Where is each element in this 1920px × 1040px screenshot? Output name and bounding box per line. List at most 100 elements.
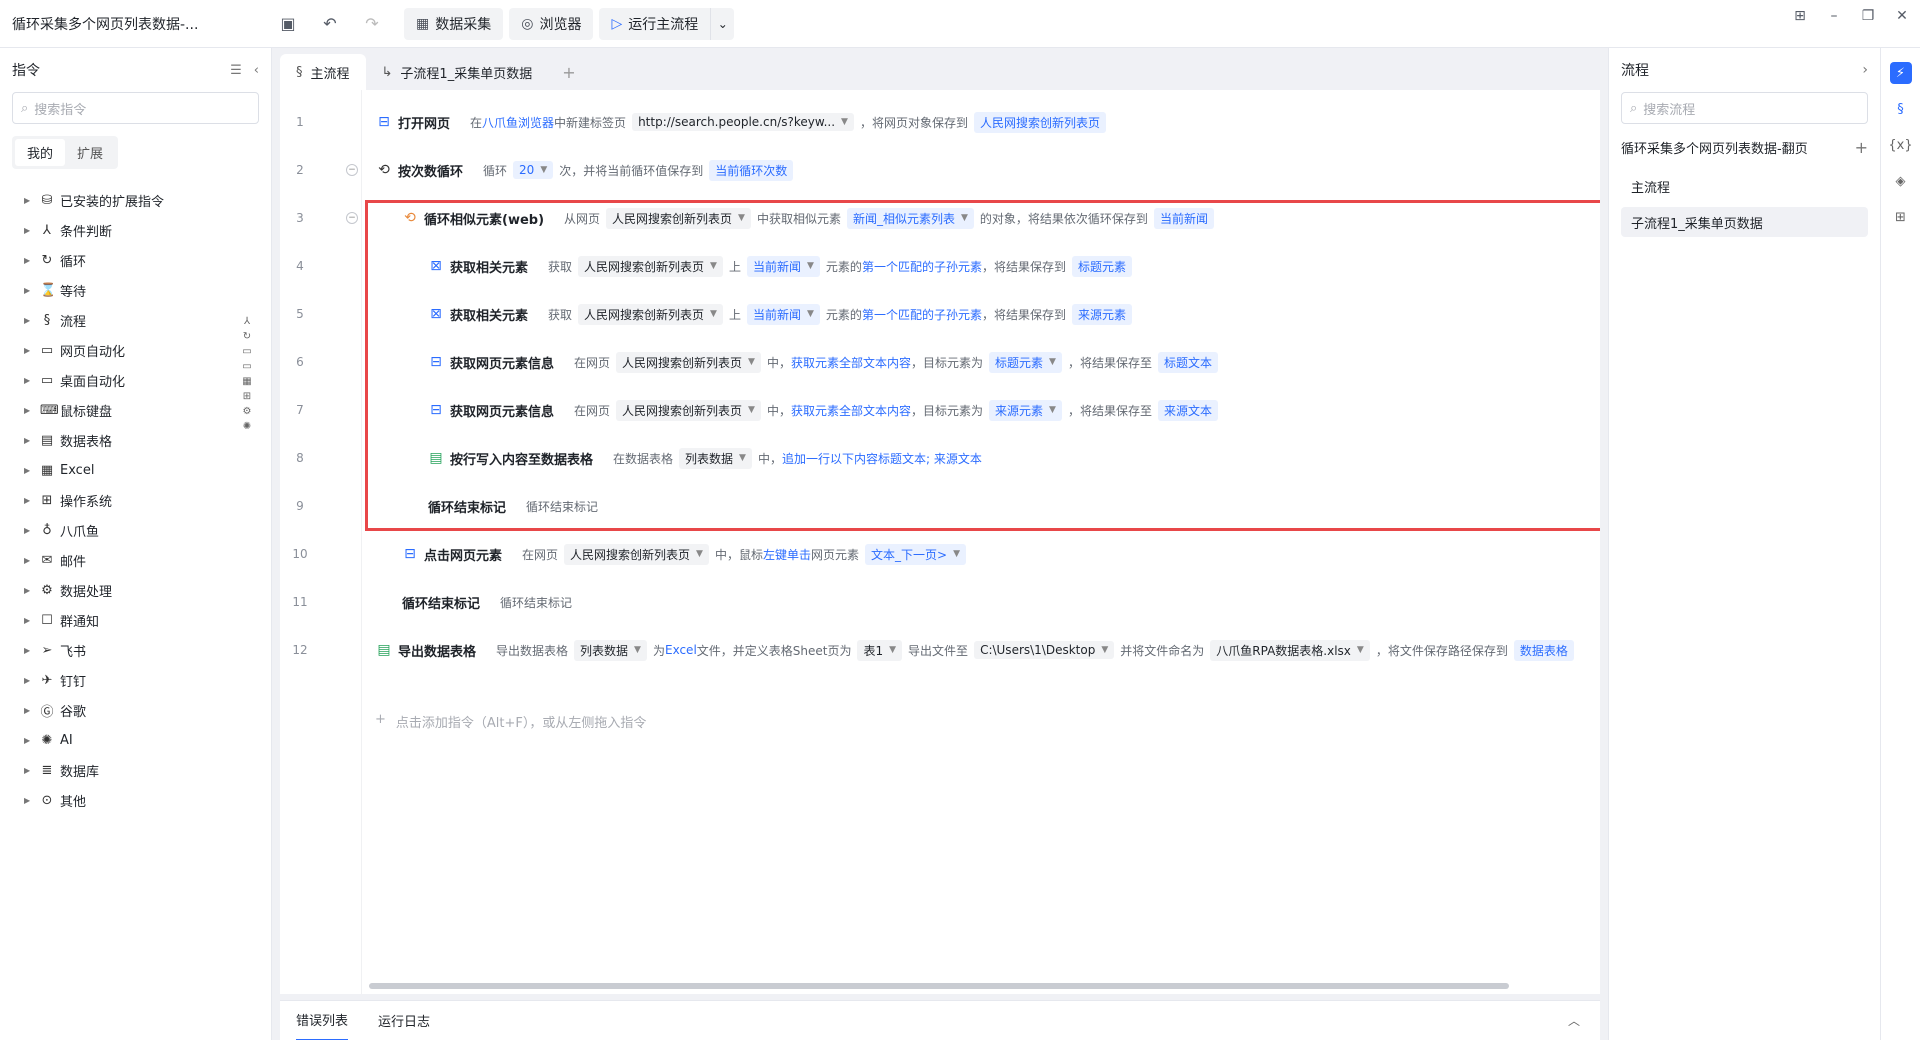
- layout-icon[interactable]: ⊞: [1792, 8, 1808, 24]
- category-item[interactable]: ▶ ▭ 网页自动化: [0, 335, 271, 365]
- browser-button[interactable]: ◎ 浏览器: [509, 7, 594, 40]
- data-process-icon[interactable]: ⚙: [243, 406, 252, 417]
- category-item[interactable]: ▶ ⌨ 鼠标键盘: [0, 395, 271, 425]
- add-tab-icon[interactable]: +: [548, 54, 589, 90]
- components-icon[interactable]: ⊞: [1890, 206, 1912, 228]
- variable-tag[interactable]: 当前循环次数: [709, 159, 794, 181]
- category-item[interactable]: ▶ ⅄ 条件判断: [0, 215, 271, 245]
- flow-row[interactable]: 4 ⊠ 获取相关元素 获取 人民网搜索创新列表页 ▼ 上 当前新闻 ▼ 元素的 第一个…: [280, 242, 1600, 290]
- undo-icon[interactable]: ↶: [314, 8, 346, 40]
- count-select[interactable]: 20 ▼: [513, 161, 554, 179]
- flow-row[interactable]: 12 ▤ 导出数据表格 导出数据表格 列表数据 ▼ 为 Excel 文件，并定义表格S…: [280, 626, 1600, 674]
- table-select[interactable]: 列表数据 ▼: [679, 447, 752, 469]
- flow-item-main[interactable]: 主流程: [1621, 171, 1868, 201]
- tab-run-log[interactable]: 运行日志: [378, 1001, 430, 1040]
- variable-tag[interactable]: 来源元素: [1071, 303, 1132, 325]
- element-select[interactable]: 文本_下一页> ▼: [865, 543, 966, 565]
- filename-select[interactable]: 八爪鱼RPA数据表格.xlsx ▼: [1210, 639, 1370, 661]
- category-item[interactable]: ▶ Ⓖ 谷歌: [0, 695, 271, 725]
- param-link[interactable]: Excel: [665, 643, 697, 657]
- page-select[interactable]: 人民网搜索创新列表页 ▼: [578, 303, 723, 325]
- variable-tag[interactable]: 数据表格: [1513, 639, 1574, 661]
- data-collect-button[interactable]: ▦ 数据采集: [404, 7, 504, 40]
- category-item[interactable]: ▶ ☐ 群通知: [0, 605, 271, 635]
- flow-row[interactable]: 2 − ⟲ 按次数循环 循环 20 ▼ 次，并将当前循环值保存到 当前循环次数: [280, 146, 1600, 194]
- flow-row[interactable]: 6 ⊟ 获取网页元素信息 在网页 人民网搜索创新列表页 ▼ 中， 获取元素全部文本内…: [280, 338, 1600, 386]
- seg-mine[interactable]: 我的: [15, 139, 66, 166]
- flow-row[interactable]: 3 − ⟲ 循环相似元素(web) 从网页 人民网搜索创新列表页 ▼ 中获取相似元…: [280, 194, 1600, 242]
- run-dropdown-button[interactable]: ⌄: [710, 7, 735, 40]
- grid-icon[interactable]: ⊞: [243, 391, 251, 402]
- desktop-icon[interactable]: ▭: [242, 361, 251, 372]
- category-item[interactable]: ▶ ⛁ 已安装的扩展指令: [0, 185, 271, 215]
- table-select[interactable]: 列表数据 ▼: [574, 639, 647, 661]
- variable-tag[interactable]: 标题元素: [1071, 255, 1132, 277]
- url-select[interactable]: http://search.people.cn/s?keyw... ▼: [632, 113, 854, 131]
- flow-search-input[interactable]: ⌕ 搜索流程: [1621, 92, 1868, 124]
- element-select[interactable]: 标题元素 ▼: [989, 351, 1062, 373]
- category-item[interactable]: ▶ ⌛ 等待: [0, 275, 271, 305]
- category-item[interactable]: ▶ ✉ 邮件: [0, 545, 271, 575]
- command-search-input[interactable]: ⌕ 搜索指令: [12, 92, 259, 124]
- flow-row[interactable]: 8 ▤ 按行写入内容至数据表格 在数据表格 列表数据 ▼ 中， 追加一行以下内容 标题…: [280, 434, 1600, 482]
- chevron-right-icon[interactable]: ›: [1862, 62, 1868, 78]
- param-link[interactable]: 标题文本; 来源文本: [878, 450, 982, 467]
- page-select[interactable]: 人民网搜索创新列表页 ▼: [616, 351, 761, 373]
- element-select[interactable]: 当前新闻 ▼: [746, 255, 820, 277]
- tab-main-flow[interactable]: § 主流程: [280, 54, 366, 90]
- param-link[interactable]: 获取元素全部文本内容: [791, 354, 911, 371]
- collapse-icon[interactable]: −: [346, 164, 358, 176]
- param-link[interactable]: 第一个匹配的子孙元素: [862, 306, 982, 323]
- category-item[interactable]: ▶ ↻ 循环: [0, 245, 271, 275]
- variable-tag[interactable]: 来源文本: [1157, 399, 1218, 421]
- path-select[interactable]: C:\Users\1\Desktop ▼: [974, 641, 1115, 659]
- category-item[interactable]: ▶ ⚙ 数据处理: [0, 575, 271, 605]
- category-item[interactable]: ▶ ≣ 数据库: [0, 755, 271, 785]
- page-select[interactable]: 人民网搜索创新列表页 ▼: [606, 207, 751, 229]
- page-select[interactable]: 人民网搜索创新列表页 ▼: [616, 399, 761, 421]
- page-select[interactable]: 人民网搜索创新列表页 ▼: [564, 543, 709, 565]
- category-item[interactable]: ▶ ▭ 桌面自动化: [0, 365, 271, 395]
- category-item[interactable]: ▶ ✈ 钉钉: [0, 665, 271, 695]
- save-icon[interactable]: ▣: [272, 8, 304, 40]
- element-select[interactable]: 来源元素 ▼: [989, 399, 1062, 421]
- category-item[interactable]: ▶ ⊙ 其他: [0, 785, 271, 815]
- flow-item-sub[interactable]: 子流程1_采集单页数据: [1621, 207, 1868, 237]
- minimize-icon[interactable]: –: [1826, 8, 1842, 24]
- sort-icon[interactable]: ☰: [230, 63, 242, 78]
- element-select[interactable]: 当前新闻 ▼: [746, 303, 820, 325]
- add-command-hint[interactable]: + 点击添加指令（Alt+F），或从左侧拖入指令: [375, 712, 646, 731]
- tab-sub-flow[interactable]: ↳ 子流程1_采集单页数据: [366, 54, 549, 90]
- collapse-icon[interactable]: −: [346, 212, 358, 224]
- layers-icon[interactable]: ◈: [1890, 170, 1912, 192]
- run-main-button[interactable]: ▷ 运行主流程: [599, 7, 711, 40]
- collapse-left-icon[interactable]: ‹: [254, 63, 259, 78]
- flow-row[interactable]: 10 ⊟ 点击网页元素 在网页 人民网搜索创新列表页 ▼ 中，鼠标 左键单击 网页元素…: [280, 530, 1600, 578]
- category-item[interactable]: ▶ ♁ 八爪鱼: [0, 515, 271, 545]
- tab-error-list[interactable]: 错误列表: [296, 1001, 349, 1040]
- chevron-up-icon[interactable]: ︿: [1568, 1012, 1580, 1029]
- restore-icon[interactable]: ❐: [1860, 8, 1876, 24]
- close-icon[interactable]: ✕: [1894, 8, 1910, 24]
- flow-row[interactable]: 7 ⊟ 获取网页元素信息 在网页 人民网搜索创新列表页 ▼ 中， 获取元素全部文本内…: [280, 386, 1600, 434]
- category-item[interactable]: ▶ ▤ 数据表格: [0, 425, 271, 455]
- flow-row[interactable]: 9 循环结束标记 循环结束标记: [280, 482, 1600, 530]
- variable-tag[interactable]: 标题文本: [1157, 351, 1218, 373]
- flow-row[interactable]: 11 循环结束标记 循环结束标记: [280, 578, 1600, 626]
- variable-tag[interactable]: 当前新闻: [1153, 207, 1214, 229]
- variables-icon[interactable]: {x}: [1888, 134, 1912, 156]
- flow-row[interactable]: 1 ⊟ 打开网页 在八爪鱼浏览器 中新建标签页 http://search.peo…: [280, 98, 1600, 146]
- category-item[interactable]: ▶ ✺ AI: [0, 725, 271, 755]
- redo-icon[interactable]: ↷: [356, 8, 388, 40]
- ai-icon[interactable]: ✺: [243, 421, 251, 432]
- ai-assistant-icon[interactable]: ⚡: [1889, 62, 1912, 84]
- param-link[interactable]: 获取元素全部文本内容: [791, 402, 911, 419]
- add-flow-icon[interactable]: +: [1855, 138, 1868, 157]
- category-item[interactable]: ▶ ➢ 飞书: [0, 635, 271, 665]
- web-icon[interactable]: ▭: [242, 346, 251, 357]
- excel-icon[interactable]: ▦: [242, 376, 251, 387]
- flow-row[interactable]: 5 ⊠ 获取相关元素 获取 人民网搜索创新列表页 ▼ 上 当前新闻 ▼ 元素的 第一个…: [280, 290, 1600, 338]
- param-link[interactable]: 追加一行以下内容: [782, 450, 878, 467]
- element-select[interactable]: 新闻_相似元素列表 ▼: [846, 207, 974, 229]
- horizontal-scrollbar[interactable]: [369, 983, 1509, 989]
